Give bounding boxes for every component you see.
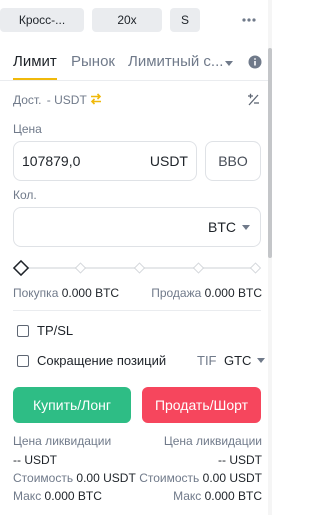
buy-long-label: Купить/Лонг — [33, 397, 111, 413]
margin-mode-selector[interactable]: Кросс-... — [0, 8, 84, 32]
bbo-button[interactable]: BBO — [205, 141, 261, 181]
buy-max-label: Покупка — [13, 286, 59, 300]
scrollbar-thumb[interactable] — [268, 48, 272, 258]
sell-max-summary-label: Макс — [173, 489, 202, 503]
buy-max-value: 0.000 BTC — [61, 286, 120, 300]
sell-max-label: Продажа — [151, 286, 202, 300]
tif-value: GTC — [224, 353, 252, 368]
available-row: Дост. - USDT — [13, 93, 87, 107]
sell-short-button[interactable]: Продать/Шорт — [142, 387, 261, 423]
tabs-divider — [0, 80, 272, 81]
tif-label: TIF — [197, 353, 217, 368]
info-icon[interactable] — [248, 55, 262, 69]
calculator-icon[interactable] — [246, 93, 260, 107]
price-input[interactable]: 107879,0 USDT — [13, 141, 197, 181]
sell-cost-row: Стоимость 0.00 USDT — [139, 471, 262, 485]
sell-cost-label: Стоимость — [139, 471, 200, 485]
sell-max-summary-value: 0.000 BTC — [204, 489, 262, 503]
sell-max-summary-row: Макс 0.000 BTC — [173, 489, 262, 503]
sell-short-label: Продать/Шорт — [154, 397, 249, 413]
sell-cost-value: 0.00 USDT — [202, 471, 262, 485]
available-value: - USDT — [46, 93, 87, 107]
options-divider — [13, 310, 261, 311]
amount-slider[interactable] — [12, 258, 264, 278]
buy-cost-label: Стоимость — [13, 471, 74, 485]
sell-max-value: 0.000 BTC — [204, 286, 262, 300]
available-label: Дост. — [13, 93, 42, 107]
order-type-dropdown-icon[interactable] — [225, 61, 233, 66]
buy-max-summary-value: 0.000 BTC — [44, 489, 102, 503]
buy-liq-label: Цена ликвидации — [13, 434, 112, 448]
buy-cost-row: Стоимость 0.00 USDT — [13, 471, 136, 485]
size-mode-label: S — [180, 13, 189, 27]
leverage-selector[interactable]: 20x — [92, 8, 162, 32]
tif-dropdown-icon — [257, 358, 266, 363]
quantity-unit[interactable]: BTC — [208, 219, 236, 235]
tif-selector[interactable]: GTC — [224, 353, 266, 368]
tab-limit[interactable]: Лимит — [13, 53, 57, 70]
price-value: 107879,0 — [22, 153, 81, 169]
quantity-unit-dropdown-icon[interactable] — [242, 225, 250, 230]
sell-liq-value: -- USDT — [218, 453, 262, 467]
sell-max-row: Продажа 0.000 BTC — [151, 286, 262, 300]
buy-max-row: Покупка 0.000 BTC — [13, 286, 119, 300]
margin-mode-label: Кросс-... — [18, 13, 66, 27]
size-mode-selector[interactable]: S — [170, 8, 200, 32]
buy-liq-value: -- USDT — [13, 453, 57, 467]
buy-cost-value: 0.00 USDT — [76, 471, 136, 485]
buy-max-summary-label: Макс — [13, 489, 42, 503]
more-icon[interactable] — [238, 12, 258, 28]
buy-long-button[interactable]: Купить/Лонг — [13, 387, 131, 423]
tpsl-label: TP/SL — [37, 323, 74, 338]
buy-max-summary-row: Макс 0.000 BTC — [13, 489, 102, 503]
reduce-only-checkbox[interactable] — [17, 355, 29, 367]
transfer-icon[interactable] — [89, 92, 103, 106]
price-unit: USDT — [149, 153, 188, 169]
tab-stop-limit[interactable]: Лимитный с... — [128, 53, 223, 70]
leverage-label: 20x — [117, 13, 137, 27]
quantity-input[interactable]: BTC — [13, 207, 261, 247]
quantity-label: Кол. — [13, 188, 37, 202]
sell-liq-label: Цена ликвидации — [163, 434, 262, 448]
price-label: Цена — [13, 122, 42, 136]
bbo-label: BBO — [218, 153, 248, 169]
tab-market[interactable]: Рынок — [71, 53, 115, 70]
reduce-only-label: Сокращение позиций — [37, 353, 167, 368]
tpsl-checkbox[interactable] — [17, 325, 29, 337]
